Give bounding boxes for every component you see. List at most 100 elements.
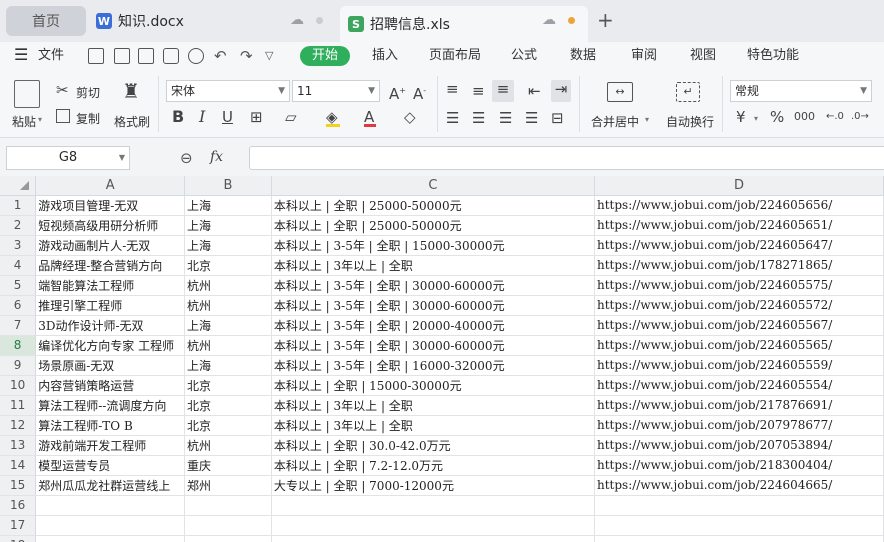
align-right-icon[interactable]: ☰ bbox=[499, 109, 512, 127]
cell[interactable] bbox=[184, 495, 272, 516]
thousands-separator-button[interactable]: 000 bbox=[794, 108, 815, 126]
cell[interactable]: 本科以上 | 3-5年 | 全职 | 30000-60000元 bbox=[271, 335, 596, 356]
copy-icon[interactable] bbox=[56, 109, 70, 123]
column-header[interactable]: C bbox=[271, 176, 596, 196]
export-pdf-icon[interactable] bbox=[138, 48, 154, 64]
justify-icon[interactable]: ☰ bbox=[525, 109, 538, 127]
fill-color-icon[interactable]: ◈ bbox=[326, 108, 340, 127]
font-name-select[interactable]: 宋体 ▼ bbox=[166, 80, 290, 102]
number-format-select[interactable]: 常规 ▼ bbox=[730, 80, 872, 102]
cell[interactable]: 本科以上 | 3-5年 | 全职 | 30000-60000元 bbox=[271, 275, 596, 296]
cell[interactable]: 北京 bbox=[184, 415, 272, 436]
cell[interactable] bbox=[35, 515, 186, 536]
cell[interactable]: 本科以上 | 3-5年 | 全职 | 15000-30000元 bbox=[271, 235, 596, 256]
align-center-icon[interactable]: ☰ bbox=[472, 109, 485, 127]
cell[interactable] bbox=[594, 515, 884, 536]
borders-icon[interactable]: ⊞ bbox=[250, 108, 263, 126]
cell[interactable]: 品牌经理-整合营销方向 bbox=[35, 255, 186, 276]
cell[interactable]: 北京 bbox=[184, 255, 272, 276]
cell[interactable]: https://www.jobui.com/job/224605575/ bbox=[594, 275, 884, 296]
new-tab-button[interactable]: + bbox=[597, 8, 614, 32]
decrease-indent-icon[interactable]: ⇤ bbox=[528, 82, 541, 100]
cell[interactable]: 杭州 bbox=[184, 335, 272, 356]
print-icon[interactable] bbox=[163, 48, 179, 64]
more-chevron-icon[interactable]: ▽ bbox=[265, 46, 273, 66]
row-header[interactable]: 7 bbox=[0, 315, 37, 336]
column-header[interactable]: D bbox=[594, 176, 884, 196]
cell[interactable]: 郑州瓜瓜龙社群运营线上 bbox=[35, 475, 186, 496]
cell[interactable] bbox=[271, 535, 596, 542]
column-header[interactable]: A bbox=[35, 176, 186, 196]
row-header[interactable]: 8 bbox=[0, 335, 37, 356]
cell[interactable] bbox=[271, 515, 596, 536]
row-header[interactable]: 13 bbox=[0, 435, 37, 456]
cell[interactable]: 北京 bbox=[184, 395, 272, 416]
cell[interactable]: 3D动作设计师-无双 bbox=[35, 315, 186, 336]
cell[interactable]: 杭州 bbox=[184, 295, 272, 316]
align-bottom-icon[interactable]: ≡ bbox=[492, 80, 514, 102]
cell[interactable]: 上海 bbox=[184, 315, 272, 336]
cell[interactable]: 内容营销策略运营 bbox=[35, 375, 186, 396]
name-box[interactable]: G8 ▼ bbox=[6, 146, 130, 170]
merge-center-icon[interactable]: ↔ bbox=[607, 82, 633, 102]
menu-formula[interactable]: 公式 bbox=[511, 46, 537, 66]
copy-button[interactable]: 复制 bbox=[76, 110, 100, 127]
italic-button[interactable]: I bbox=[199, 108, 205, 126]
underline-button[interactable]: U bbox=[222, 108, 233, 126]
align-left-icon[interactable]: ☰ bbox=[446, 109, 459, 127]
cell[interactable]: 重庆 bbox=[184, 455, 272, 476]
cell[interactable] bbox=[594, 535, 884, 542]
font-color-icon[interactable]: A bbox=[364, 108, 376, 127]
row-header[interactable]: 11 bbox=[0, 395, 37, 416]
cell[interactable]: 编译优化方向专家 工程师 bbox=[35, 335, 186, 356]
row-header[interactable]: 4 bbox=[0, 255, 37, 276]
row-header[interactable]: 10 bbox=[0, 375, 37, 396]
distributed-align-icon[interactable]: ⊟ bbox=[551, 109, 564, 127]
print-preview-icon[interactable] bbox=[188, 48, 204, 64]
align-middle-icon[interactable]: ≡ bbox=[472, 82, 485, 100]
bold-button[interactable]: B bbox=[172, 108, 184, 126]
cell[interactable]: 游戏动画制片人-无双 bbox=[35, 235, 186, 256]
cell[interactable]: 本科以上 | 3-5年 | 全职 | 20000-40000元 bbox=[271, 315, 596, 336]
cell[interactable]: https://www.jobui.com/job/224605559/ bbox=[594, 355, 884, 376]
menu-insert[interactable]: 插入 bbox=[372, 46, 398, 66]
cell[interactable]: 本科以上 | 全职 | 25000-50000元 bbox=[271, 195, 596, 216]
paste-icon[interactable] bbox=[14, 80, 40, 108]
row-header[interactable]: 12 bbox=[0, 415, 37, 436]
cell[interactable] bbox=[271, 495, 596, 516]
tab-xls[interactable]: S 招聘信息.xls ☁ bbox=[340, 6, 588, 42]
cell[interactable]: https://www.jobui.com/job/217876691/ bbox=[594, 395, 884, 416]
cell[interactable]: 短视频高级用研分析师 bbox=[35, 215, 186, 236]
cell[interactable]: 杭州 bbox=[184, 275, 272, 296]
format-painter-icon[interactable]: ♜ bbox=[122, 81, 140, 101]
cell[interactable]: 杭州 bbox=[184, 435, 272, 456]
tab-home[interactable]: 首页 bbox=[6, 6, 86, 36]
cell[interactable]: 游戏项目管理-无双 bbox=[35, 195, 186, 216]
formula-input[interactable] bbox=[249, 146, 884, 170]
row-header[interactable]: 16 bbox=[0, 495, 37, 516]
insert-function-button[interactable]: fx bbox=[210, 149, 223, 165]
open-folder-icon[interactable] bbox=[88, 48, 104, 64]
cell[interactable]: https://www.jobui.com/job/224605572/ bbox=[594, 295, 884, 316]
cell[interactable]: https://www.jobui.com/job/224605647/ bbox=[594, 235, 884, 256]
eraser-icon[interactable]: ◇ bbox=[404, 108, 416, 126]
merge-chevron-icon[interactable]: ▾ bbox=[645, 115, 649, 124]
row-header[interactable]: 14 bbox=[0, 455, 37, 476]
cell[interactable] bbox=[35, 495, 186, 516]
cell[interactable]: https://www.jobui.com/job/224605656/ bbox=[594, 195, 884, 216]
cell[interactable]: 算法工程师-TO B bbox=[35, 415, 186, 436]
cell[interactable]: https://www.jobui.com/job/207978677/ bbox=[594, 415, 884, 436]
menu-start[interactable]: 开始 bbox=[300, 46, 351, 66]
cell[interactable]: 上海 bbox=[184, 215, 272, 236]
cell[interactable]: 推理引擎工程师 bbox=[35, 295, 186, 316]
cell[interactable]: https://www.jobui.com/job/224605567/ bbox=[594, 315, 884, 336]
cell[interactable]: https://www.jobui.com/job/224605554/ bbox=[594, 375, 884, 396]
select-all-corner[interactable] bbox=[0, 176, 37, 196]
row-header[interactable]: 15 bbox=[0, 475, 37, 496]
cell[interactable]: 游戏前端开发工程师 bbox=[35, 435, 186, 456]
cell[interactable]: https://www.jobui.com/job/224605651/ bbox=[594, 215, 884, 236]
row-header[interactable]: 18 bbox=[0, 535, 37, 542]
cell[interactable]: 算法工程师--流调度方向 bbox=[35, 395, 186, 416]
format-painter-button[interactable]: 格式刷 bbox=[114, 113, 150, 130]
cell[interactable]: 北京 bbox=[184, 375, 272, 396]
